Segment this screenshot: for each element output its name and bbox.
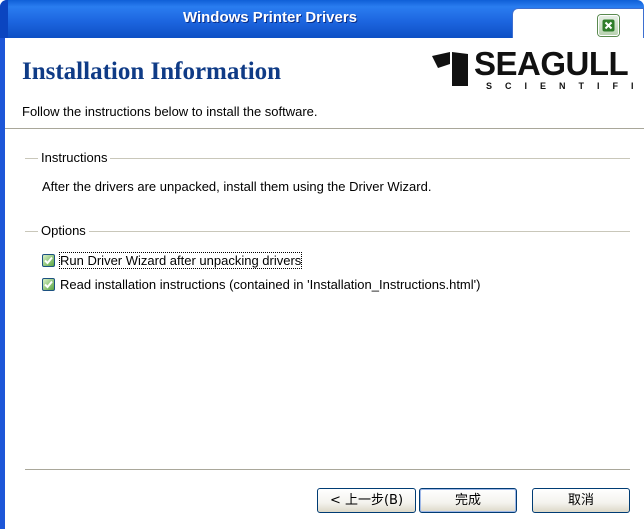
back-button[interactable]: < 上一步(B) [317, 488, 416, 513]
options-group-line [25, 231, 630, 232]
footer-divider [25, 469, 630, 471]
read-instructions-checkbox[interactable] [42, 278, 55, 291]
window-title: Windows Printer Drivers [182, 9, 358, 26]
instructions-group-label: Instructions [38, 150, 111, 165]
read-instructions-label[interactable]: Read installation instructions (containe… [60, 277, 480, 292]
header-divider [5, 128, 644, 130]
checkmark-icon [44, 256, 53, 265]
title-tab [512, 8, 644, 38]
instructions-group-line [25, 158, 630, 159]
page-title: Installation Information [22, 58, 282, 85]
finish-button[interactable]: 完成 [419, 488, 517, 513]
run-driver-wizard-label[interactable]: Run Driver Wizard after unpacking driver… [58, 252, 303, 269]
options-group-label: Options [38, 223, 89, 238]
title-bar[interactable]: Windows Printer Drivers [0, 0, 644, 38]
seagull-logo-mark [432, 52, 468, 86]
run-driver-wizard-option[interactable]: Run Driver Wizard after unpacking driver… [42, 252, 303, 269]
read-instructions-option[interactable]: Read installation instructions (containe… [42, 277, 480, 292]
seagull-logo: SEAGULL SCIENTIFIC [430, 45, 644, 92]
run-driver-wizard-checkbox[interactable] [42, 254, 55, 267]
logo-subtitle: SCIENTIFIC [486, 81, 644, 91]
window-frame-left [0, 38, 5, 529]
close-button[interactable] [598, 15, 619, 36]
instructions-text: After the drivers are unpacked, install … [42, 179, 432, 194]
checkmark-icon [44, 280, 53, 289]
page-description: Follow the instructions below to install… [22, 104, 318, 119]
close-icon [602, 19, 615, 32]
logo-name: SEAGULL [474, 45, 629, 82]
cancel-button[interactable]: 取消 [532, 488, 630, 513]
